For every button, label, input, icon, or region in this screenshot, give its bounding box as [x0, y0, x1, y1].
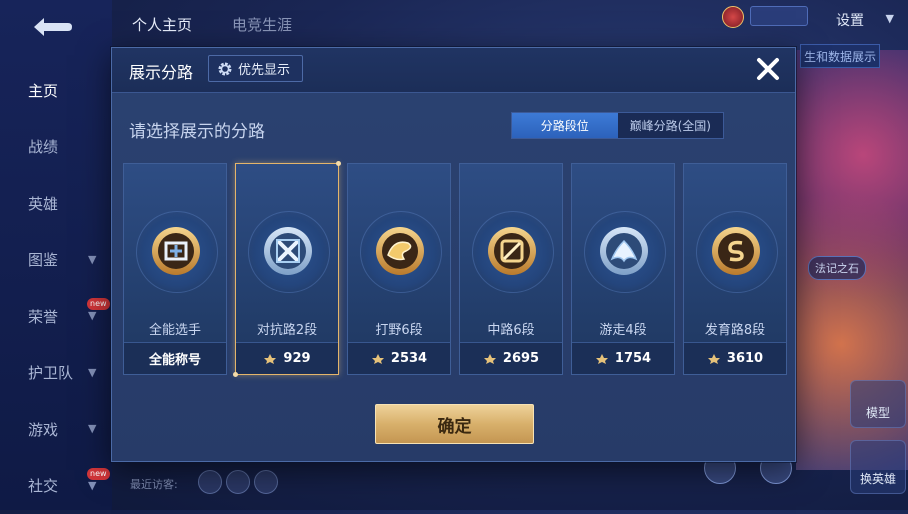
- select-lane-prompt: 请选择展示的分路: [129, 117, 265, 142]
- sidebar-item-label: 荣誉: [28, 306, 58, 327]
- lane-rank-label: 对抗路2段: [236, 319, 338, 338]
- toggle-lane-rank[interactable]: 分路段位: [512, 113, 618, 138]
- sidebar-item[interactable]: 社交 ▼new: [0, 458, 112, 514]
- farm-lane-emblem-icon: [706, 221, 766, 281]
- back-arrow-icon[interactable]: [26, 14, 76, 40]
- scene-tag[interactable]: 法记之石: [808, 256, 866, 280]
- modal-header: 展示分路 优先显示: [112, 48, 795, 93]
- sidebar-item[interactable]: 图鉴 ▼: [0, 232, 112, 289]
- close-icon[interactable]: [753, 54, 783, 84]
- rank-points-value: 2534: [391, 351, 427, 366]
- avatar[interactable]: [254, 470, 278, 494]
- new-badge: new: [87, 468, 110, 480]
- sidebar-item[interactable]: 护卫队 ▼: [0, 345, 112, 402]
- chevron-down-icon: ▼: [88, 479, 96, 492]
- sidebar-item-label: 社交: [28, 475, 58, 496]
- roam-emblem-icon: [594, 221, 654, 281]
- rank-points-value: 3610: [727, 351, 763, 366]
- all-round-emblem-icon: [146, 221, 206, 281]
- rank-points-icon: [371, 353, 385, 365]
- priority-display-label: 优先显示: [238, 59, 290, 78]
- settings-button[interactable]: 设置: [836, 10, 864, 30]
- swap-hero-label: 换英雄: [851, 470, 905, 487]
- selection-corner-icon: [233, 372, 238, 377]
- sidebar-item[interactable]: 荣誉 ▼new: [0, 288, 112, 345]
- rank-points-value: 929: [283, 351, 310, 366]
- lane-card[interactable]: 全能选手全能称号: [123, 163, 227, 375]
- lane-rank-label: 全能选手: [124, 319, 226, 338]
- recent-visitors-label: 最近访客:: [130, 476, 178, 492]
- sidebar-item-label: 英雄: [28, 193, 58, 214]
- avatar[interactable]: [198, 470, 222, 494]
- new-badge: new: [87, 298, 110, 310]
- gear-icon: [217, 61, 233, 77]
- lane-card-footer: 3610: [684, 342, 786, 374]
- chevron-down-icon: ▼: [88, 422, 96, 435]
- lane-rank-label: 发育路8段: [684, 319, 786, 338]
- modal-title: 展示分路: [129, 59, 193, 83]
- sidebar-item[interactable]: 英雄: [0, 175, 112, 232]
- lane-card[interactable]: 中路6段 2695: [459, 163, 563, 375]
- lane-card-footer: 1754: [572, 342, 674, 374]
- vip-avatar-icon[interactable]: [722, 6, 744, 28]
- mid-lane-emblem-icon: [482, 221, 542, 281]
- rank-points-value: 1754: [615, 351, 651, 366]
- swap-hero-button[interactable]: 换英雄: [850, 440, 906, 494]
- confirm-button[interactable]: 确定: [375, 404, 534, 444]
- sidebar-item-label: 游戏: [28, 419, 58, 440]
- model-button[interactable]: 模型: [850, 380, 906, 428]
- jungle-emblem-icon: [370, 221, 430, 281]
- sidebar-item[interactable]: 游戏 ▼: [0, 401, 112, 458]
- chevron-down-icon: ▼: [88, 366, 96, 379]
- sidebar-item[interactable]: 战绩: [0, 119, 112, 176]
- lane-card-footer: 2534: [348, 342, 450, 374]
- priority-display-button[interactable]: 优先显示: [208, 55, 303, 82]
- lane-card-footer: 2695: [460, 342, 562, 374]
- sidebar-item-label: 图鉴: [28, 249, 58, 270]
- lane-rank-label: 游走4段: [572, 319, 674, 338]
- sidebar-item-label: 战绩: [28, 136, 58, 157]
- lane-type-toggle: 分路段位 巅峰分路(全国): [511, 112, 724, 139]
- rank-points-value: 2695: [503, 351, 539, 366]
- model-label: 模型: [851, 404, 905, 421]
- lane-card[interactable]: 打野6段 2534: [347, 163, 451, 375]
- lane-card-footer: 929: [236, 342, 338, 374]
- sidebar-nav: 主页战绩英雄图鉴▼荣誉▼new护卫队▼游戏▼社交▼new: [0, 62, 112, 514]
- lane-card[interactable]: 发育路8段 3610: [683, 163, 787, 375]
- chevron-down-icon: ▼: [88, 253, 96, 266]
- vip-info-bar[interactable]: [750, 6, 808, 26]
- lane-display-modal: 展示分路 优先显示 请选择展示的分路 分路段位 巅峰分路(全国) 全能选手全能称…: [111, 47, 796, 462]
- chevron-down-icon: ▼: [88, 309, 96, 322]
- avatar[interactable]: [226, 470, 250, 494]
- sidebar-item[interactable]: 主页: [0, 62, 112, 119]
- data-display-tab[interactable]: 生和数据展示: [800, 44, 880, 68]
- chevron-down-icon[interactable]: ▼: [886, 12, 894, 25]
- lane-rank-label: 中路6段: [460, 319, 562, 338]
- sidebar-item-label: 护卫队: [28, 362, 73, 383]
- rank-points-icon: [707, 353, 721, 365]
- tab-personal-home[interactable]: 个人主页: [132, 14, 192, 35]
- lane-rank-label: 打野6段: [348, 319, 450, 338]
- tab-esports-career[interactable]: 电竞生涯: [232, 14, 292, 35]
- lane-card[interactable]: 游走4段 1754: [571, 163, 675, 375]
- rank-points-icon: [483, 353, 497, 365]
- toggle-peak-lane[interactable]: 巅峰分路(全国): [618, 113, 724, 138]
- lane-card[interactable]: 对抗路2段 929: [235, 163, 339, 375]
- rank-points-icon: [595, 353, 609, 365]
- lane-card-footer: 全能称号: [124, 342, 226, 374]
- clash-lane-emblem-icon: [258, 221, 318, 281]
- sidebar-item-label: 主页: [28, 80, 58, 101]
- rank-points-icon: [263, 353, 277, 365]
- selection-corner-icon: [336, 161, 341, 166]
- title-label: 全能称号: [149, 349, 201, 368]
- top-tabs: 个人主页 电竞生涯: [132, 14, 292, 35]
